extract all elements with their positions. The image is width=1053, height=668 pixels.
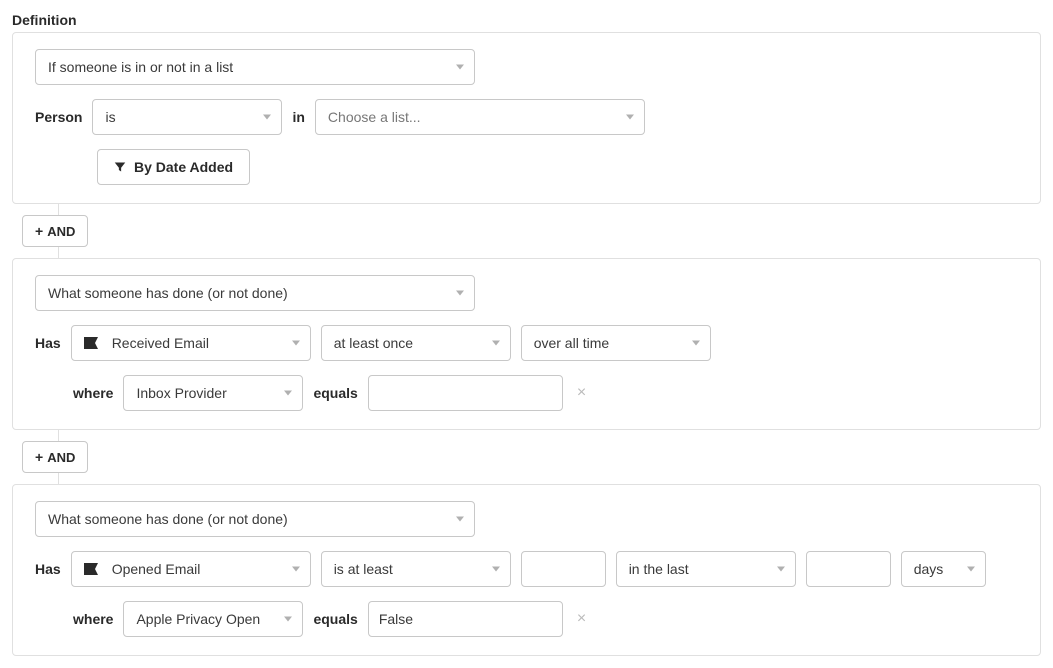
remove-filter-button[interactable]: × (573, 611, 590, 627)
filter-icon (114, 161, 126, 173)
condition-block-1: If someone is in or not in a list Person… (12, 32, 1041, 204)
by-date-added-button[interactable]: By Date Added (97, 149, 250, 185)
metric-select[interactable]: Opened Email (71, 551, 311, 587)
condition-block-2: What someone has done (or not done) Has … (12, 258, 1041, 430)
chevron-down-icon (492, 567, 500, 572)
chevron-down-icon (263, 115, 271, 120)
metric-label: Opened Email (112, 561, 201, 577)
condition-type-label: What someone has done (or not done) (48, 511, 288, 527)
timeframe-select[interactable]: in the last (616, 551, 796, 587)
where-label: where (73, 385, 113, 401)
chevron-down-icon (292, 341, 300, 346)
count-input[interactable] (521, 551, 606, 587)
plus-icon: + (35, 450, 43, 464)
frequency-select[interactable]: is at least (321, 551, 511, 587)
chevron-down-icon (626, 115, 634, 120)
chevron-down-icon (692, 341, 700, 346)
is-select[interactable]: is (92, 99, 282, 135)
where-label: where (73, 611, 113, 627)
chevron-down-icon (284, 391, 292, 396)
has-label: Has (35, 561, 61, 577)
filter-field-label: Apple Privacy Open (136, 611, 260, 627)
equals-label: equals (313, 385, 357, 401)
chevron-down-icon (292, 567, 300, 572)
list-placeholder: Choose a list... (328, 109, 421, 125)
and-label: AND (47, 224, 75, 239)
filter-value-input[interactable] (368, 375, 563, 411)
condition-type-select[interactable]: If someone is in or not in a list (35, 49, 475, 85)
frequency-label: is at least (334, 561, 393, 577)
filter-field-label: Inbox Provider (136, 385, 226, 401)
chevron-down-icon (492, 341, 500, 346)
connector-1: + AND (12, 204, 1041, 258)
and-label: AND (47, 450, 75, 465)
remove-filter-button[interactable]: × (573, 385, 590, 401)
timeframe-select[interactable]: over all time (521, 325, 711, 361)
chevron-down-icon (777, 567, 785, 572)
condition-type-select[interactable]: What someone has done (or not done) (35, 501, 475, 537)
is-value: is (105, 109, 115, 125)
chevron-down-icon (456, 291, 464, 296)
list-select[interactable]: Choose a list... (315, 99, 645, 135)
in-label: in (292, 109, 304, 125)
frequency-select[interactable]: at least once (321, 325, 511, 361)
filter-value-input[interactable] (368, 601, 563, 637)
metric-label: Received Email (112, 335, 209, 351)
flag-icon (84, 337, 100, 349)
condition-block-3: What someone has done (or not done) Has … (12, 484, 1041, 656)
condition-type-label: What someone has done (or not done) (48, 285, 288, 301)
has-label: Has (35, 335, 61, 351)
timeframe-label: over all time (534, 335, 609, 351)
filter-field-select[interactable]: Inbox Provider (123, 375, 303, 411)
person-label: Person (35, 109, 82, 125)
section-heading: Definition (12, 12, 1041, 28)
and-button[interactable]: + AND (22, 441, 88, 473)
plus-icon: + (35, 224, 43, 238)
timeframe-label: in the last (629, 561, 689, 577)
timeframe-unit-select[interactable]: days (901, 551, 986, 587)
chevron-down-icon (456, 517, 464, 522)
filter-field-select[interactable]: Apple Privacy Open (123, 601, 303, 637)
and-button[interactable]: + AND (22, 215, 88, 247)
chevron-down-icon (284, 617, 292, 622)
chevron-down-icon (456, 65, 464, 70)
condition-type-select[interactable]: What someone has done (or not done) (35, 275, 475, 311)
equals-label: equals (313, 611, 357, 627)
frequency-label: at least once (334, 335, 413, 351)
condition-type-label: If someone is in or not in a list (48, 59, 233, 75)
connector-2: + AND (12, 430, 1041, 484)
timeframe-value-input[interactable] (806, 551, 891, 587)
timeframe-unit-label: days (914, 561, 944, 577)
metric-select[interactable]: Received Email (71, 325, 311, 361)
chevron-down-icon (967, 567, 975, 572)
flag-icon (84, 563, 100, 575)
by-date-added-label: By Date Added (134, 159, 233, 175)
